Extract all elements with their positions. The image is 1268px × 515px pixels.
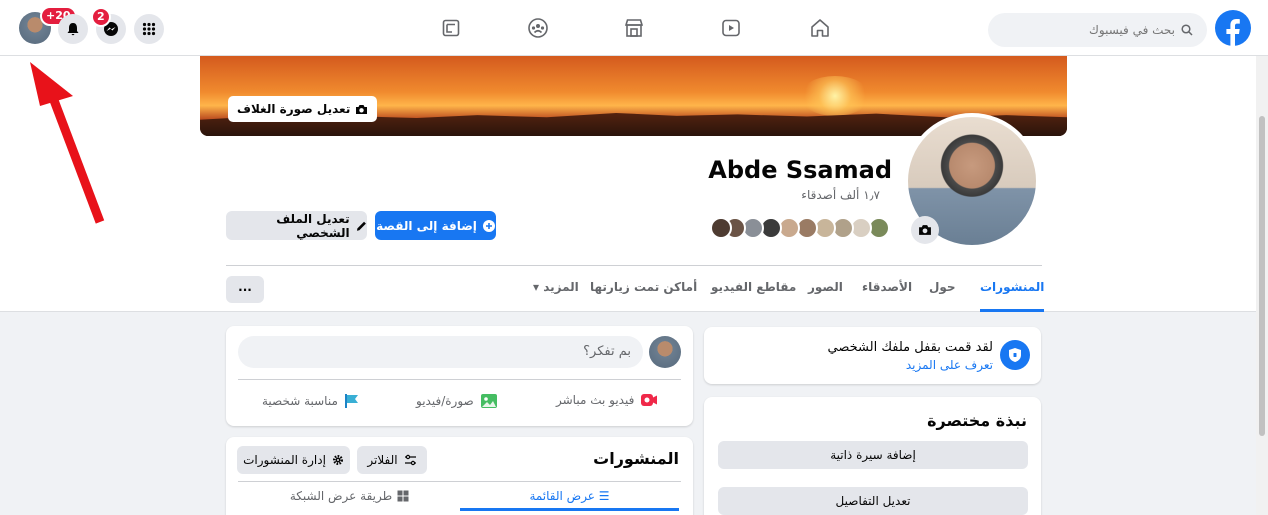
photo-video-label: صورة/فيديو (416, 394, 474, 408)
nav-pages[interactable] (437, 14, 465, 42)
home-icon (811, 19, 829, 37)
sliders-icon (404, 454, 416, 466)
tab-photos[interactable]: الصور (808, 280, 843, 294)
nav-groups[interactable] (524, 14, 552, 42)
posts-divider (238, 481, 681, 482)
nav-watch[interactable] (717, 14, 745, 42)
profile-lock-card: لقد قمت بقفل ملفك الشخصي تعرف على المزيد (704, 327, 1041, 384)
composer-divider (238, 379, 681, 380)
search-input[interactable] (1015, 23, 1175, 37)
intro-card: نبذة مختصرة إضافة سيرة ذاتية تعديل التفا… (704, 397, 1041, 515)
tab-posts[interactable]: المنشورات (980, 280, 1044, 294)
groups-icon (528, 18, 548, 38)
life-event-button[interactable]: مناسبة شخصية (262, 393, 360, 409)
edit-cover-button[interactable]: تعديل صورة الغلاف (228, 96, 378, 122)
update-profile-picture-button[interactable] (911, 216, 939, 244)
more-options-button[interactable]: ··· (226, 276, 264, 303)
tab-about[interactable]: حول (929, 280, 956, 294)
edit-cover-label: تعديل صورة الغلاف (237, 102, 351, 116)
live-video-label: فيديو بث مباشر (556, 393, 635, 407)
shield-button[interactable] (1000, 340, 1030, 370)
pencil-icon (356, 221, 366, 231)
friends-count[interactable]: ١٫٧ ألف أصدقاء (700, 188, 880, 202)
tab-friends[interactable]: الأصدقاء (862, 280, 912, 294)
gear-icon (332, 455, 343, 465)
manage-posts-label: إدارة المنشورات (243, 453, 326, 467)
add-to-story-label: إضافة إلى القصة (376, 218, 477, 233)
header-divider (226, 265, 1042, 266)
search-bar[interactable] (988, 13, 1207, 47)
grid-view-label: طريقة عرض الشبكة (289, 489, 393, 503)
flag-icon (344, 394, 358, 408)
list-view-tab[interactable]: ☰ عرض القائمة (460, 485, 679, 507)
edit-details-button[interactable]: تعديل التفاصيل (718, 487, 1028, 515)
tab-places-visited[interactable]: أماكن تمت زيارتها (590, 280, 697, 294)
list-view-indicator (460, 508, 679, 511)
tab-more[interactable]: المزيد ▾ (533, 280, 579, 294)
intro-title: نبذة مختصرة (927, 411, 1027, 430)
posts-card: المنشورات الفلاتر إدارة المنشورات ☰ عرض … (226, 437, 693, 515)
marketplace-icon (624, 19, 644, 37)
add-bio-button[interactable]: إضافة سيرة ذاتية (718, 441, 1028, 469)
edit-profile-button[interactable]: تعديل الملف الشخصي (226, 211, 367, 240)
watch-video-icon (722, 19, 740, 37)
post-composer-card: بم تفكر؟ (226, 326, 693, 426)
learn-more-link[interactable]: تعرف على المزيد (906, 358, 993, 372)
pages-icon (442, 19, 460, 37)
shield-icon (1009, 348, 1021, 362)
whats-on-your-mind-input[interactable]: بم تفكر؟ (238, 336, 643, 368)
nav-marketplace[interactable] (620, 14, 648, 42)
live-video-button[interactable]: فيديو بث مباشر (556, 393, 658, 407)
filters-button[interactable]: الفلاتر (357, 446, 427, 474)
grid-menu-icon (142, 22, 156, 36)
life-event-label: مناسبة شخصية (262, 394, 338, 408)
top-navigation-bar: +20 2 (0, 0, 1268, 56)
scrollbar-thumb[interactable] (1259, 116, 1265, 436)
posts-title: المنشورات (593, 449, 679, 468)
live-video-icon (641, 394, 658, 406)
facebook-f-icon (1226, 19, 1240, 46)
grid-view-tab[interactable]: طريقة عرض الشبكة (240, 485, 459, 507)
camera-icon (356, 104, 368, 114)
plus-circle-icon (482, 219, 495, 232)
active-tab-indicator (980, 309, 1044, 312)
friend-avatar[interactable] (710, 217, 732, 239)
tab-videos[interactable]: مقاطع الفيديو (711, 280, 796, 294)
profile-name: Abde Ssamad (708, 156, 892, 184)
search-icon (1181, 24, 1193, 36)
camera-icon (919, 225, 931, 235)
notifications-button[interactable] (58, 14, 88, 44)
bell-icon (67, 22, 79, 35)
manage-posts-button[interactable]: إدارة المنشورات (237, 446, 350, 474)
filters-label: الفلاتر (367, 453, 398, 467)
page-scrollbar[interactable] (1256, 56, 1268, 515)
grid-view-icon (397, 490, 409, 502)
cover-sun (800, 76, 870, 116)
menu-button[interactable] (134, 14, 164, 44)
composer-avatar (649, 336, 681, 368)
nav-home[interactable] (806, 14, 834, 42)
edit-profile-label: تعديل الملف الشخصي (276, 211, 350, 240)
photo-icon (480, 394, 497, 408)
notifications-badge: 2 (91, 7, 111, 27)
add-to-story-button[interactable]: إضافة إلى القصة (375, 211, 496, 240)
lock-notice-title: لقد قمت بقفل ملفك الشخصي (827, 340, 993, 355)
photo-video-button[interactable]: صورة/فيديو (416, 393, 498, 409)
facebook-logo[interactable] (1215, 10, 1251, 46)
